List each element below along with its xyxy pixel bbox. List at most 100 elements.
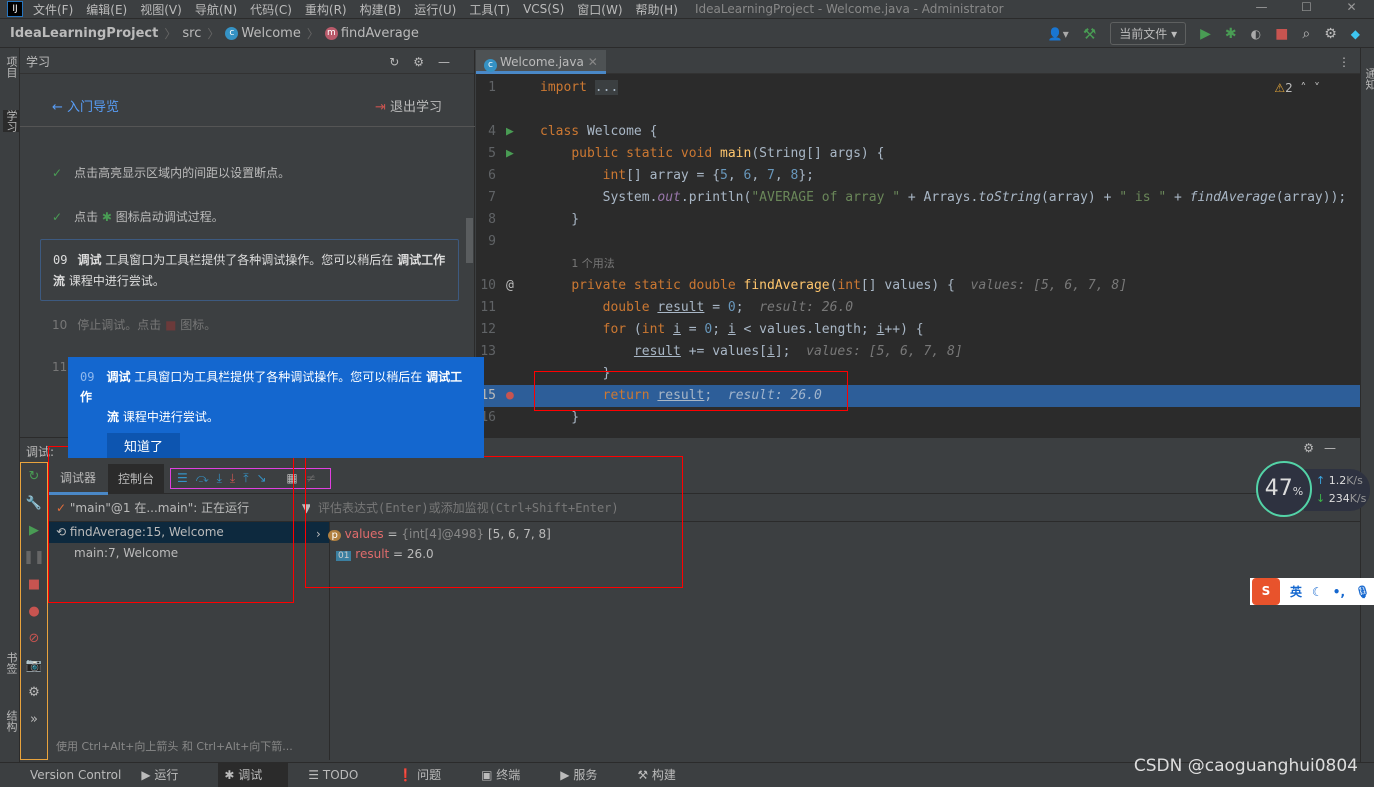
- view-breakpoints-icon[interactable]: ●: [21, 598, 47, 625]
- tab-debugger[interactable]: 调试器: [48, 463, 109, 495]
- mute-breakpoints-icon[interactable]: ⊘: [21, 625, 47, 652]
- tab-welcome-java[interactable]: c Welcome.java ✕: [476, 49, 606, 74]
- tool-todo[interactable]: ☰ TODO: [308, 768, 378, 782]
- build-hammer-icon[interactable]: ⚒: [1083, 25, 1096, 43]
- crumb-class[interactable]: Welcome: [241, 26, 300, 41]
- check-icon: ✓: [52, 166, 63, 180]
- ime-toolbar[interactable]: S 英 ☾ •, 🎙: [1250, 578, 1374, 605]
- code-editor[interactable]: c Welcome.java ✕ ⋮ ⚠2 ˄ ˅ 1 import ... 4 ▶ c…: [476, 49, 1360, 437]
- run-gutter-icon: ▶: [506, 124, 514, 139]
- frames-panel: ✓ "main"@1 在...main": 正在运行 ▼ ▾ ⟲ findAve…: [48, 494, 330, 760]
- maximize-button[interactable]: ☐: [1284, 0, 1329, 18]
- frame-item[interactable]: ⟲ findAverage:15, Welcome: [48, 522, 329, 543]
- tool-services[interactable]: ▶ 服务: [560, 766, 617, 783]
- more-icon[interactable]: »: [21, 706, 47, 733]
- sogou-logo: S: [1252, 578, 1280, 605]
- left-tool-strip: 项目 学习 书签 结构: [0, 48, 20, 762]
- variable-result[interactable]: 01 result = 26.0: [336, 544, 434, 564]
- moon-icon: ☾: [1312, 584, 1323, 599]
- toolbox-icon[interactable]: ◆: [1351, 27, 1360, 41]
- learn-title: 学习: [26, 55, 51, 69]
- debug-side-toolbar: ↻ 🔧 ▶ ❚❚ ■ ● ⊘ 📷 ⚙ »: [20, 462, 48, 760]
- menu-code[interactable]: 代码(C): [250, 1, 292, 18]
- bug-icon: ✱: [101, 210, 112, 224]
- tool-build[interactable]: ⚒ 构建: [637, 766, 696, 783]
- network-meter: ↑ 1.2K/s ↓ 234K/s: [1304, 469, 1370, 511]
- watermark: CSDN @caoguanghui0804: [1133, 756, 1358, 776]
- resume-icon[interactable]: ▶: [21, 517, 47, 544]
- menu-window[interactable]: 窗口(W): [577, 1, 622, 18]
- minimize-button[interactable]: —: [1239, 0, 1284, 18]
- camera-icon[interactable]: 📷: [21, 652, 47, 679]
- chevron-right-icon: 〉: [306, 26, 319, 41]
- window-title: IdeaLearningProject - Welcome.java - Adm…: [695, 2, 1004, 16]
- tool-terminal[interactable]: ▣ 终端: [481, 766, 540, 783]
- stop-icon: ■: [165, 318, 177, 332]
- punct-icon: •,: [1332, 584, 1346, 599]
- run-icon[interactable]: ▶: [1200, 26, 1211, 42]
- debug-bug-icon[interactable]: ✱: [1225, 26, 1237, 42]
- crumb-method[interactable]: findAverage: [341, 26, 419, 41]
- back-link[interactable]: ← 入门导览: [52, 96, 119, 115]
- menu-file[interactable]: 文件(F): [33, 1, 73, 18]
- user-icon[interactable]: 👤▾: [1048, 27, 1069, 41]
- crumb-src[interactable]: src: [182, 26, 201, 41]
- variable-values[interactable]: › p values = {int[4]@498} [5, 6, 7, 8]: [316, 524, 551, 544]
- step-done: ✓ 点击 ✱ 图标启动调试过程。: [52, 210, 224, 224]
- search-icon[interactable]: ⌕: [1302, 26, 1310, 42]
- class-icon: c: [225, 26, 239, 40]
- tool-project[interactable]: 项目: [3, 56, 19, 78]
- tool-problems[interactable]: ❗ 问题: [398, 766, 461, 783]
- stop-icon[interactable]: ■: [21, 571, 47, 598]
- close-tab-icon: ✕: [587, 54, 598, 69]
- menu-tools[interactable]: 工具(T): [469, 1, 510, 18]
- scrollbar[interactable]: [466, 218, 473, 263]
- menu-edit[interactable]: 编辑(E): [86, 1, 127, 18]
- menu-navigate[interactable]: 导航(N): [195, 1, 237, 18]
- menu-view[interactable]: 视图(V): [140, 1, 182, 18]
- learn-panel-actions[interactable]: ↻⚙—: [389, 55, 464, 69]
- step-upcoming: 10 停止调试。点击 ■ 图标。: [52, 318, 217, 332]
- gear-icon[interactable]: ⚙: [1324, 26, 1337, 42]
- menu-build[interactable]: 构建(B): [360, 1, 402, 18]
- exit-learning-button[interactable]: ⇥ 退出学习: [375, 96, 442, 115]
- stop-icon[interactable]: ■: [1275, 26, 1288, 42]
- debug-step-toolbar[interactable]: ☰⤼⤓⤓⤒↘ ▦≠: [170, 468, 331, 489]
- got-it-button[interactable]: 知道了: [107, 433, 181, 458]
- frame-item[interactable]: main:7, Welcome: [48, 543, 329, 564]
- close-button[interactable]: ✕: [1329, 0, 1374, 18]
- step-upcoming: 11: [52, 360, 68, 374]
- tool-learn[interactable]: 学习: [3, 110, 19, 132]
- tool-debug[interactable]: ✱ 调试: [218, 762, 289, 787]
- crumb-project[interactable]: IdeaLearningProject: [10, 26, 158, 41]
- thread-select[interactable]: ✓ "main"@1 在...main": 正在运行 ▼ ▾: [48, 494, 329, 522]
- settings-icon[interactable]: ⚙: [21, 679, 47, 706]
- class-icon: c: [484, 58, 497, 72]
- tab-console[interactable]: 控制台: [108, 464, 165, 493]
- menu-refactor[interactable]: 重构(R): [305, 1, 347, 18]
- coverage-icon[interactable]: ◐: [1251, 27, 1261, 41]
- run-config-select[interactable]: 当前文件 ▾: [1110, 22, 1187, 45]
- step-done: ✓ 点击高亮显示区域内的间距以设置断点。: [52, 166, 291, 180]
- tool-version-control[interactable]: Version Control: [30, 768, 121, 782]
- pause-icon[interactable]: ❚❚: [21, 544, 47, 571]
- tool-run[interactable]: ▶ 运行: [141, 766, 198, 783]
- tool-bookmarks[interactable]: 书签: [3, 652, 19, 674]
- menu-vcs[interactable]: VCS(S): [523, 2, 564, 16]
- debug-panel-actions[interactable]: ⚙—: [1303, 441, 1346, 455]
- chevron-right-icon: 〉: [164, 26, 177, 41]
- cpu-meter: 47%: [1256, 461, 1312, 517]
- menu-run[interactable]: 运行(U): [414, 1, 456, 18]
- wrench-icon[interactable]: 🔧: [21, 490, 47, 517]
- debug-panel: 调试: ⚙— 调试器 控制台 ☰⤼⤓⤓⤒↘ ▦≠ ↻ 🔧 ▶ ❚❚ ■ ● ⊘ …: [20, 437, 1360, 762]
- watch-input[interactable]: 评估表达式(Enter)或添加监视(Ctrl+Shift+Enter): [310, 494, 1360, 522]
- menu-help[interactable]: 帮助(H): [636, 1, 678, 18]
- tool-structure[interactable]: 结构: [3, 710, 19, 732]
- tool-notifications[interactable]: 通知: [1362, 68, 1374, 90]
- rerun-icon[interactable]: ↻: [21, 463, 47, 490]
- mic-icon: 🎙: [1355, 584, 1371, 599]
- check-icon: ✓: [52, 210, 63, 224]
- main-toolbar: 👤▾ ⚒ 当前文件 ▾ ▶ ✱ ◐ ■ ⌕ ⚙ ◆: [1048, 22, 1360, 45]
- menu-bar: IJ 文件(F) 编辑(E) 视图(V) 导航(N) 代码(C) 重构(R) 构…: [0, 0, 1374, 18]
- more-icon[interactable]: ⋮: [1338, 55, 1350, 69]
